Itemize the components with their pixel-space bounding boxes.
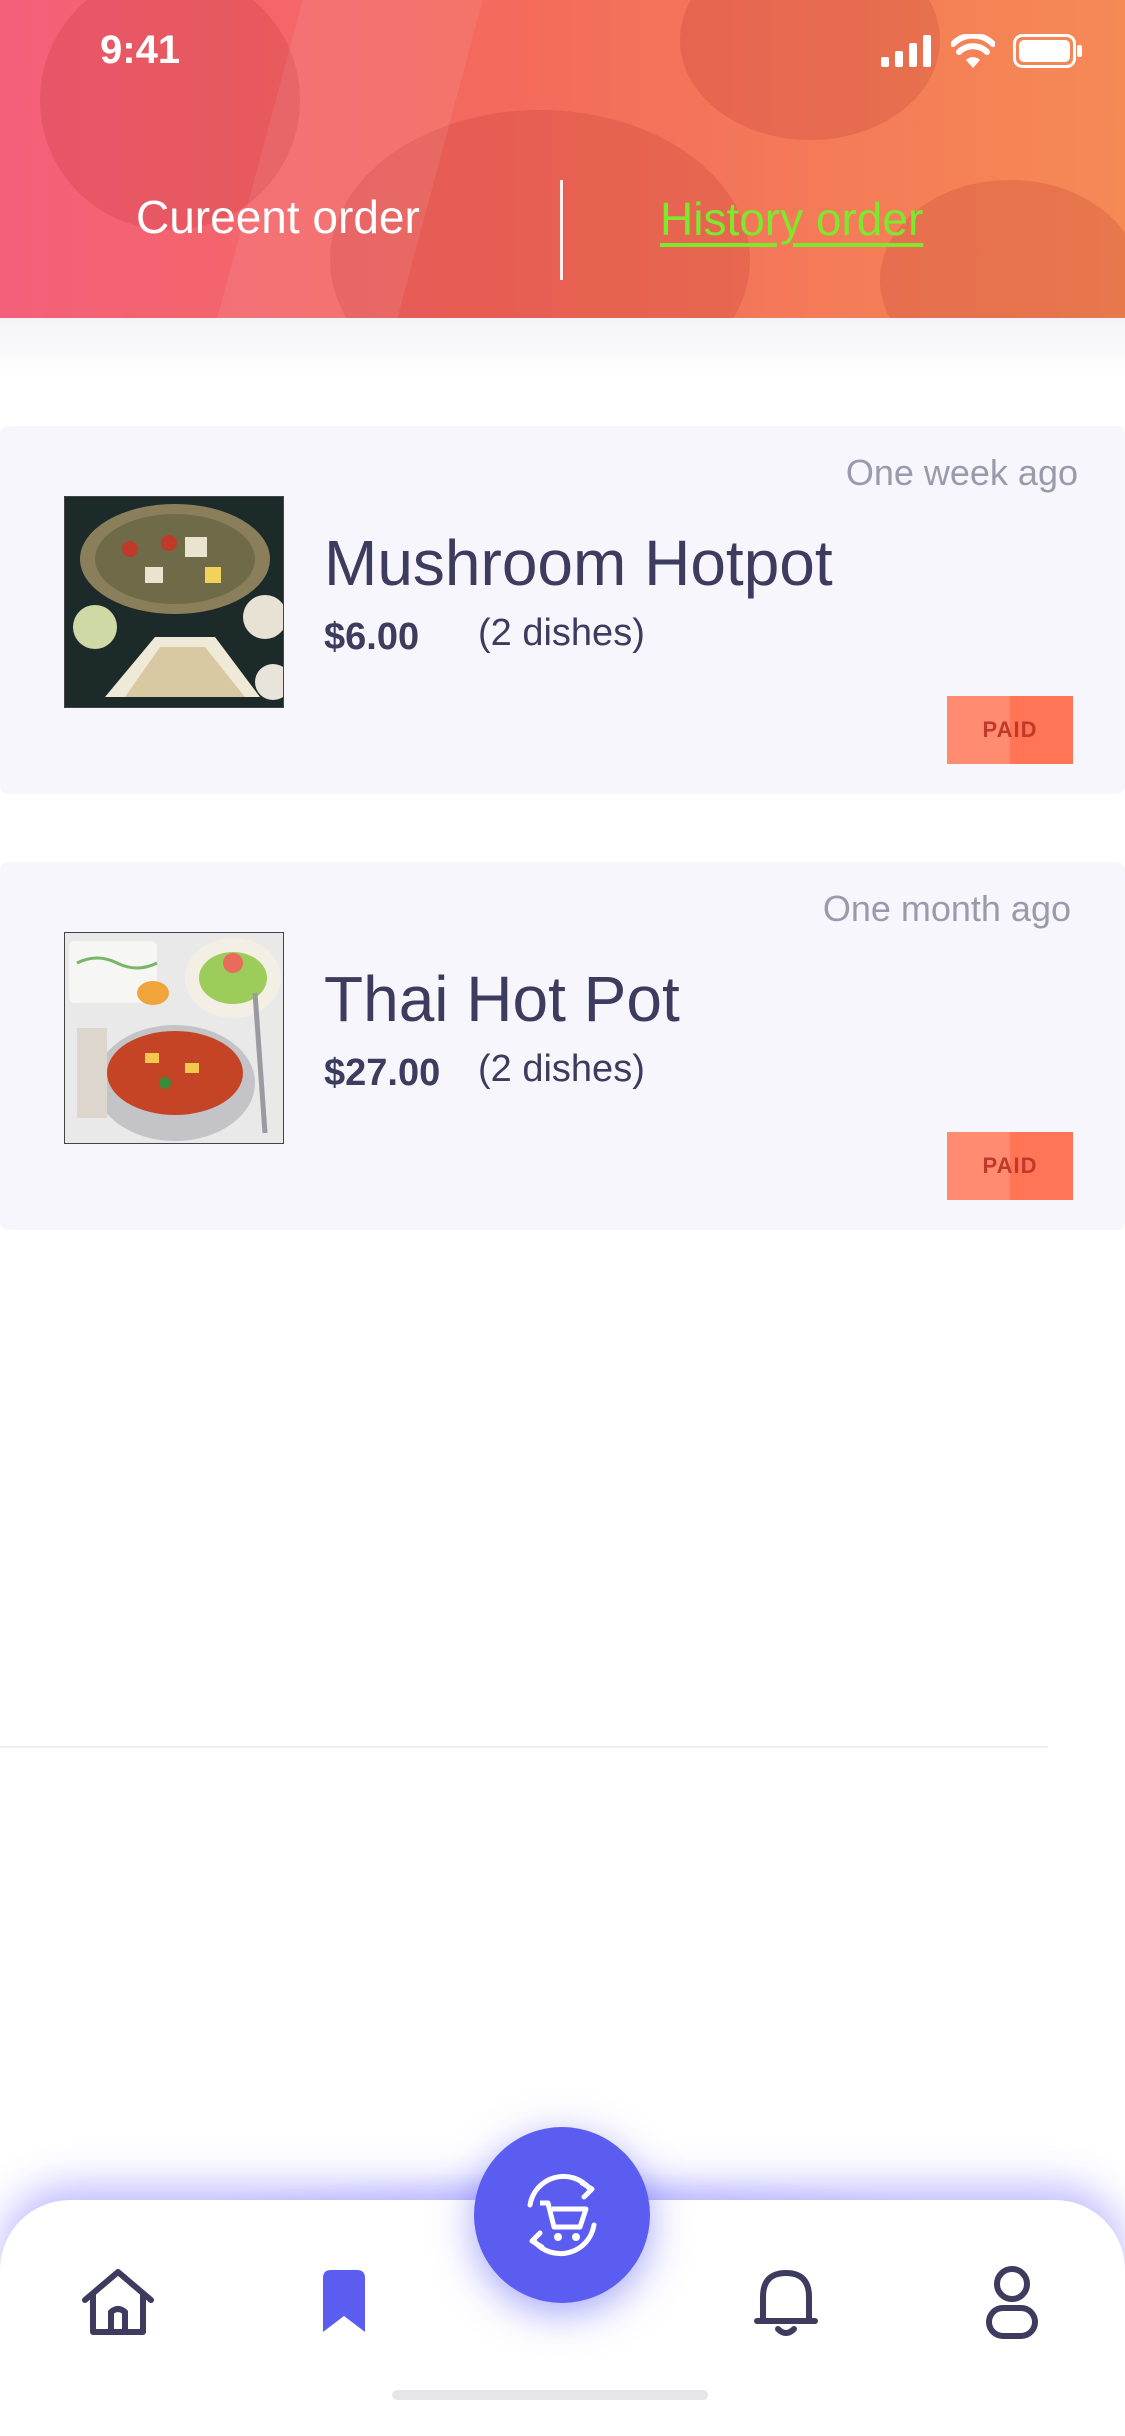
order-price: $6.00 bbox=[324, 616, 420, 658]
order-time: One week ago bbox=[845, 452, 1078, 493]
bookmark-icon bbox=[323, 2270, 365, 2332]
cart-refresh-button[interactable] bbox=[474, 2127, 650, 2303]
tab-current-order[interactable]: Cureent order bbox=[136, 190, 420, 244]
nav-home[interactable] bbox=[78, 2262, 158, 2342]
order-name: Mushroom Hotpot bbox=[324, 527, 833, 599]
order-thumbnail bbox=[64, 496, 284, 708]
home-icon bbox=[82, 2269, 154, 2335]
tab-divider bbox=[560, 180, 563, 280]
cart-refresh-icon bbox=[527, 2173, 597, 2257]
order-card[interactable]: One month ago Thai Hot Pot $27.00 (2 dis… bbox=[0, 862, 1125, 1230]
divider bbox=[0, 1746, 1048, 1748]
battery-icon bbox=[1013, 34, 1082, 68]
nav-profile[interactable] bbox=[972, 2262, 1052, 2342]
order-thumbnail bbox=[64, 932, 284, 1144]
order-card[interactable]: One week ago Mushroom Hotpot $6.00 (2 di… bbox=[0, 426, 1125, 794]
user-icon bbox=[986, 2266, 1038, 2339]
status-badge: PAID bbox=[947, 1132, 1073, 1200]
tab-history-order[interactable]: History order bbox=[660, 192, 923, 246]
header: 9:41 Cureent order History order bbox=[0, 0, 1125, 318]
nav-orders[interactable] bbox=[304, 2262, 384, 2342]
status-icons bbox=[881, 34, 1083, 68]
order-dish-count: (2 dishes) bbox=[478, 612, 645, 654]
status-badge: PAID bbox=[947, 696, 1073, 764]
signal-icon bbox=[881, 35, 931, 67]
order-dish-count: (2 dishes) bbox=[478, 1048, 645, 1090]
home-indicator bbox=[392, 2390, 708, 2400]
bell-icon bbox=[754, 2270, 818, 2336]
order-time: One month ago bbox=[822, 888, 1071, 929]
order-price: $27.00 bbox=[324, 1052, 441, 1094]
food-photo-bg bbox=[680, 0, 940, 140]
nav-notifications[interactable] bbox=[746, 2262, 826, 2342]
status-time: 9:41 bbox=[100, 28, 181, 72]
header-shadow bbox=[0, 318, 1125, 378]
order-name: Thai Hot Pot bbox=[324, 963, 680, 1035]
wifi-icon bbox=[951, 34, 995, 68]
